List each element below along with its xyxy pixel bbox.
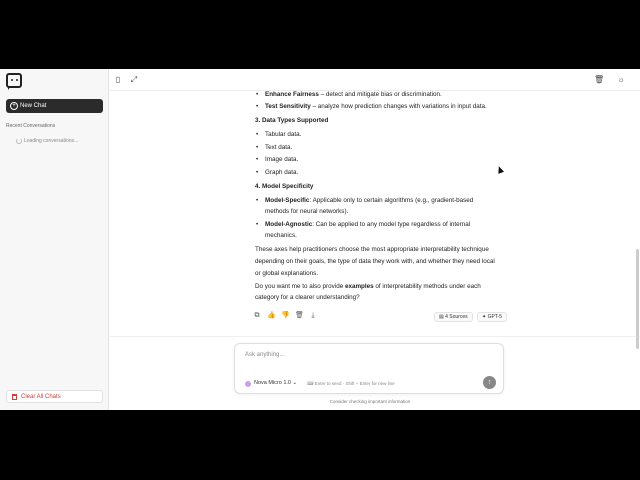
sidebar-toggle-icon[interactable]: ▯	[114, 76, 122, 84]
paragraph-line: or global explanations.	[255, 268, 318, 281]
list-item: Graph data.	[256, 167, 299, 180]
message-input[interactable]: Ask anything...	[245, 352, 284, 358]
section-heading: 3. Data Types Supported	[255, 115, 328, 128]
text-span: These axes help practitioners choose the…	[255, 246, 489, 253]
arrow-up-icon: ↑	[487, 379, 492, 386]
composer: Ask anything... Nova Micro 1.0 ⌄ ⌨ Enter…	[234, 343, 504, 394]
clear-all-label: Clear All Chats	[21, 394, 61, 400]
thumbs-up-icon[interactable]: 👍	[267, 312, 276, 320]
footer-disclaimer: Consider checking important information	[329, 399, 411, 404]
text-span: Do you want me to also provide	[255, 283, 345, 290]
model-badge-label: GPT-5	[487, 314, 503, 320]
list-item: Enhance Fairness – detect and mitigate b…	[256, 89, 442, 102]
expand-icon[interactable]: ⤢	[130, 76, 138, 84]
list-item: Image data.	[256, 154, 299, 167]
model-label: Nova Micro 1.0	[254, 380, 291, 386]
new-chat-button[interactable]: + New Chat	[6, 99, 103, 113]
scrollbar[interactable]	[636, 249, 639, 349]
list-item: methods for neural networks).	[265, 206, 348, 219]
bold-term: Model-Specific	[265, 197, 310, 204]
list-item: Test Sensitivity – analyze how predictio…	[256, 101, 487, 114]
list-item: Text data.	[256, 142, 293, 155]
model-icon	[245, 381, 251, 387]
section-heading: 4. Model Specificity	[255, 181, 313, 194]
text-span: mechanics.	[265, 232, 297, 239]
list-item: Tabular data.	[256, 129, 302, 142]
bold-term: examples	[344, 283, 374, 290]
sidebar: + New Chat Recent Conversations Loading …	[0, 69, 109, 410]
text-span: Text data.	[265, 144, 293, 151]
paragraph-line: These axes help practitioners choose the…	[255, 244, 489, 257]
spinner-icon	[16, 138, 22, 144]
text-span: : Applicable only to certain algorithms …	[309, 197, 474, 204]
chat-logo-tail	[8, 86, 11, 90]
bold-term: Test Sensitivity	[265, 103, 311, 110]
paragraph-line: depending on their goals, the type of da…	[255, 256, 495, 269]
clear-all-chats-button[interactable]: Clear All Chats	[6, 390, 103, 403]
text-span: depending on their goals, the type of da…	[255, 258, 495, 265]
text-span: of interpretability methods under each	[373, 283, 481, 290]
top-bar: ▯ ⤢ 🗑 ☼	[110, 69, 640, 91]
recent-conversations-heading: Recent Conversations	[6, 123, 56, 129]
input-hint-label: Enter to send · Shift + Enter for new li…	[314, 381, 395, 386]
text-span: : Can be applied to any model type regar…	[312, 221, 471, 228]
text-span: category for a clearer understanding?	[255, 294, 360, 301]
text-span: Tabular data.	[265, 131, 302, 138]
chevron-down-icon: ⌄	[292, 380, 298, 386]
text-span: Image data.	[265, 156, 299, 163]
send-button[interactable]: ↑	[483, 376, 496, 389]
bold-term: Enhance Fairness	[265, 91, 319, 98]
keyboard-icon: ⌨	[307, 381, 315, 386]
model-selector[interactable]: Nova Micro 1.0 ⌄	[245, 380, 298, 387]
bold-term: Model-Agnostic	[265, 221, 313, 228]
app-window: + New Chat Recent Conversations Loading …	[0, 69, 640, 410]
theme-toggle-icon[interactable]: ☼	[617, 76, 625, 84]
download-icon[interactable]: ⤓	[309, 312, 317, 320]
sources-label: 4 Sources	[445, 314, 468, 320]
loading-status: Loading conversations...	[16, 138, 79, 144]
loading-label: Loading conversations...	[24, 138, 79, 144]
copy-icon[interactable]: ⧉	[253, 312, 261, 320]
delete-message-icon[interactable]: 🗑	[295, 312, 304, 320]
text-span: Graph data.	[265, 169, 299, 176]
thumbs-down-icon[interactable]: 👎	[281, 312, 290, 320]
text-span: or global explanations.	[255, 270, 319, 277]
paragraph-line: category for a clearer understanding?	[255, 292, 360, 305]
text-span: 4. Model Specificity	[255, 183, 314, 190]
sources-chip[interactable]: ▤ 4 Sources	[434, 312, 473, 322]
input-hint: ⌨ Enter to send · Shift + Enter for new …	[307, 381, 395, 387]
model-badge: ✦ GPT-5	[477, 312, 508, 322]
text-span: – analyze how prediction changes with va…	[310, 103, 487, 110]
plus-icon: +	[10, 102, 18, 110]
text-span: 3. Data Types Supported	[255, 117, 329, 124]
delete-chat-icon[interactable]: 🗑	[594, 76, 604, 84]
divider	[110, 336, 640, 337]
text-span: – detect and mitigate bias or discrimina…	[318, 91, 442, 98]
text-span: methods for neural networks).	[265, 208, 349, 215]
new-chat-label: New Chat	[20, 103, 47, 109]
list-item: mechanics.	[265, 230, 297, 243]
trash-icon	[12, 394, 17, 400]
